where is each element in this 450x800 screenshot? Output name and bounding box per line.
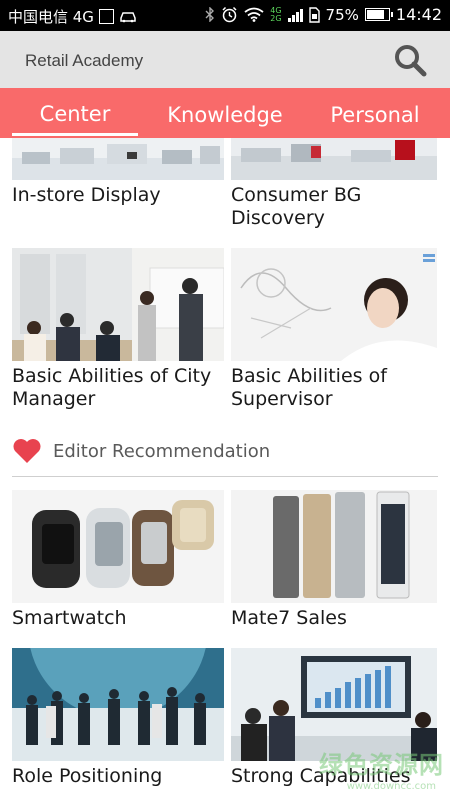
course-label: Basic Abilities of City Manager — [12, 365, 212, 410]
editor-recommendation-section: Editor Recommendation — [12, 431, 438, 477]
tab-personal[interactable]: Personal — [312, 88, 438, 138]
tab-center[interactable]: Center — [12, 88, 138, 138]
status-right: 4G 2G 75% 14:42 — [205, 5, 442, 24]
status-bar: 中国电信 4G 4G 2G 75% 14:42 — [0, 0, 450, 31]
course-thumbnail — [12, 138, 224, 180]
course-card[interactable]: Basic Abilities of City Manager — [12, 248, 224, 411]
battery-percent: 75% — [325, 5, 359, 24]
battery-icon — [364, 8, 393, 21]
signal-icon — [287, 8, 303, 22]
tab-personal-label: Personal — [330, 103, 420, 127]
heart-icon — [13, 439, 41, 463]
recommendation-label: Role Positioning — [12, 765, 163, 787]
tab-knowledge[interactable]: Knowledge — [155, 88, 295, 138]
car-icon — [120, 11, 136, 22]
network-type-bottom: 2G — [270, 13, 282, 23]
recommendation-thumbnail — [12, 490, 224, 603]
network-type: 4G 2G — [270, 6, 282, 23]
watermark-url: www.downcc.com — [346, 781, 436, 792]
tab-bar: Center Knowledge Personal — [0, 88, 450, 138]
status-left: 中国电信 4G — [8, 6, 137, 27]
content-scroll[interactable]: In-store Display Consumer BG Discovery B… — [0, 138, 450, 800]
course-label: Basic Abilities of Supervisor — [231, 365, 387, 410]
recommendation-card[interactable]: Role Positioning — [12, 648, 224, 788]
tab-center-label: Center — [39, 102, 111, 126]
recommendation-thumbnail — [231, 490, 443, 603]
watermark: 绿色资源网 — [319, 751, 444, 779]
recommendation-card[interactable]: Mate7 Sales — [231, 490, 443, 630]
course-label: In-store Display — [12, 184, 161, 206]
wifi-icon — [244, 7, 264, 22]
course-thumbnail — [231, 138, 443, 180]
search-icon[interactable] — [392, 42, 428, 78]
battery-fill — [366, 10, 385, 19]
app-title: Retail Academy — [25, 51, 144, 70]
sim-card-icon — [308, 6, 320, 23]
course-label: Consumer BG Discovery — [231, 184, 362, 229]
recommendation-label: Mate7 Sales — [231, 607, 347, 629]
app-header: Retail Academy — [0, 31, 450, 88]
course-card[interactable]: Basic Abilities of Supervisor — [231, 248, 443, 411]
image-notification-icon — [98, 9, 114, 24]
course-card[interactable]: In-store Display — [12, 138, 224, 207]
tab-knowledge-label: Knowledge — [167, 103, 283, 127]
bluetooth-icon — [205, 7, 215, 22]
carrier-label: 中国电信 4G — [8, 8, 94, 26]
recommendation-thumbnail — [12, 648, 224, 761]
alarm-icon — [222, 6, 237, 23]
recommendation-card[interactable]: Smartwatch — [12, 490, 224, 630]
course-thumbnail — [231, 248, 443, 361]
section-title: Editor Recommendation — [53, 441, 271, 462]
course-card[interactable]: Consumer BG Discovery — [231, 138, 443, 230]
course-thumbnail — [12, 248, 224, 361]
recommendation-label: Smartwatch — [12, 607, 127, 629]
clock: 14:42 — [395, 5, 442, 24]
